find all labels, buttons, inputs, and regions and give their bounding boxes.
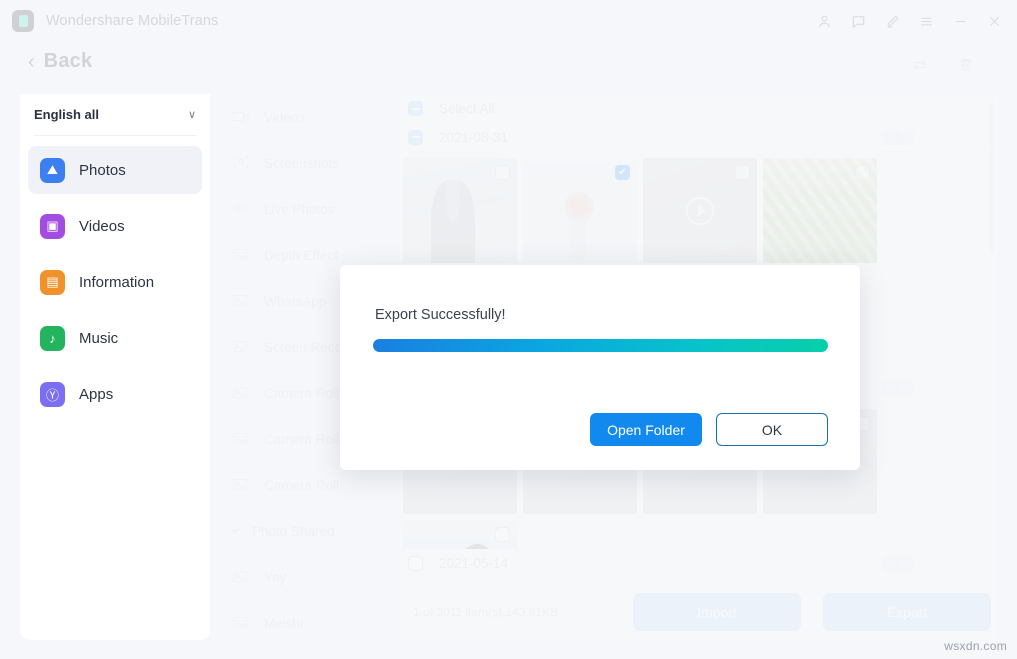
sidebar-item-label: Photos	[79, 162, 126, 179]
sidebar-item-photos[interactable]: ⛰ Photos	[28, 146, 202, 194]
sidebar-item-label: Videos	[79, 218, 125, 235]
sidebar-item-information[interactable]: ▤ Information	[28, 258, 202, 306]
watermark: wsxdn.com	[944, 639, 1007, 653]
music-icon: ♪	[40, 326, 65, 351]
app-window: Wondershare MobileTrans	[0, 0, 1017, 659]
sidebar-item-music[interactable]: ♪ Music	[28, 314, 202, 362]
sidebar-item-apps[interactable]: Ⓨ Apps	[28, 370, 202, 418]
information-icon: ▤	[40, 270, 65, 295]
sidebar-item-videos[interactable]: ▣ Videos	[28, 202, 202, 250]
ok-button[interactable]: OK	[716, 413, 828, 446]
photos-icon: ⛰	[40, 158, 65, 183]
language-value: English all	[34, 107, 99, 122]
apps-icon: Ⓨ	[40, 382, 65, 407]
language-selector[interactable]: English all ∨	[34, 94, 196, 136]
videos-icon: ▣	[40, 214, 65, 239]
progress-bar	[373, 339, 828, 352]
sidebar-nav: ⛰ Photos ▣ Videos ▤ Information ♪ Music Ⓨ Apps	[20, 136, 210, 418]
dialog-actions: Open Folder OK	[590, 413, 828, 446]
export-success-dialog: Export Successfully! Open Folder OK	[340, 265, 860, 470]
dialog-title: Export Successfully!	[375, 307, 506, 323]
sidebar-item-label: Information	[79, 274, 154, 291]
left-sidebar: English all ∨ ⛰ Photos ▣ Videos ▤ Information…	[20, 94, 210, 640]
open-folder-button[interactable]: Open Folder	[590, 413, 702, 446]
chevron-down-icon: ∨	[188, 108, 196, 121]
sidebar-item-label: Music	[79, 330, 118, 347]
sidebar-item-label: Apps	[79, 386, 113, 403]
